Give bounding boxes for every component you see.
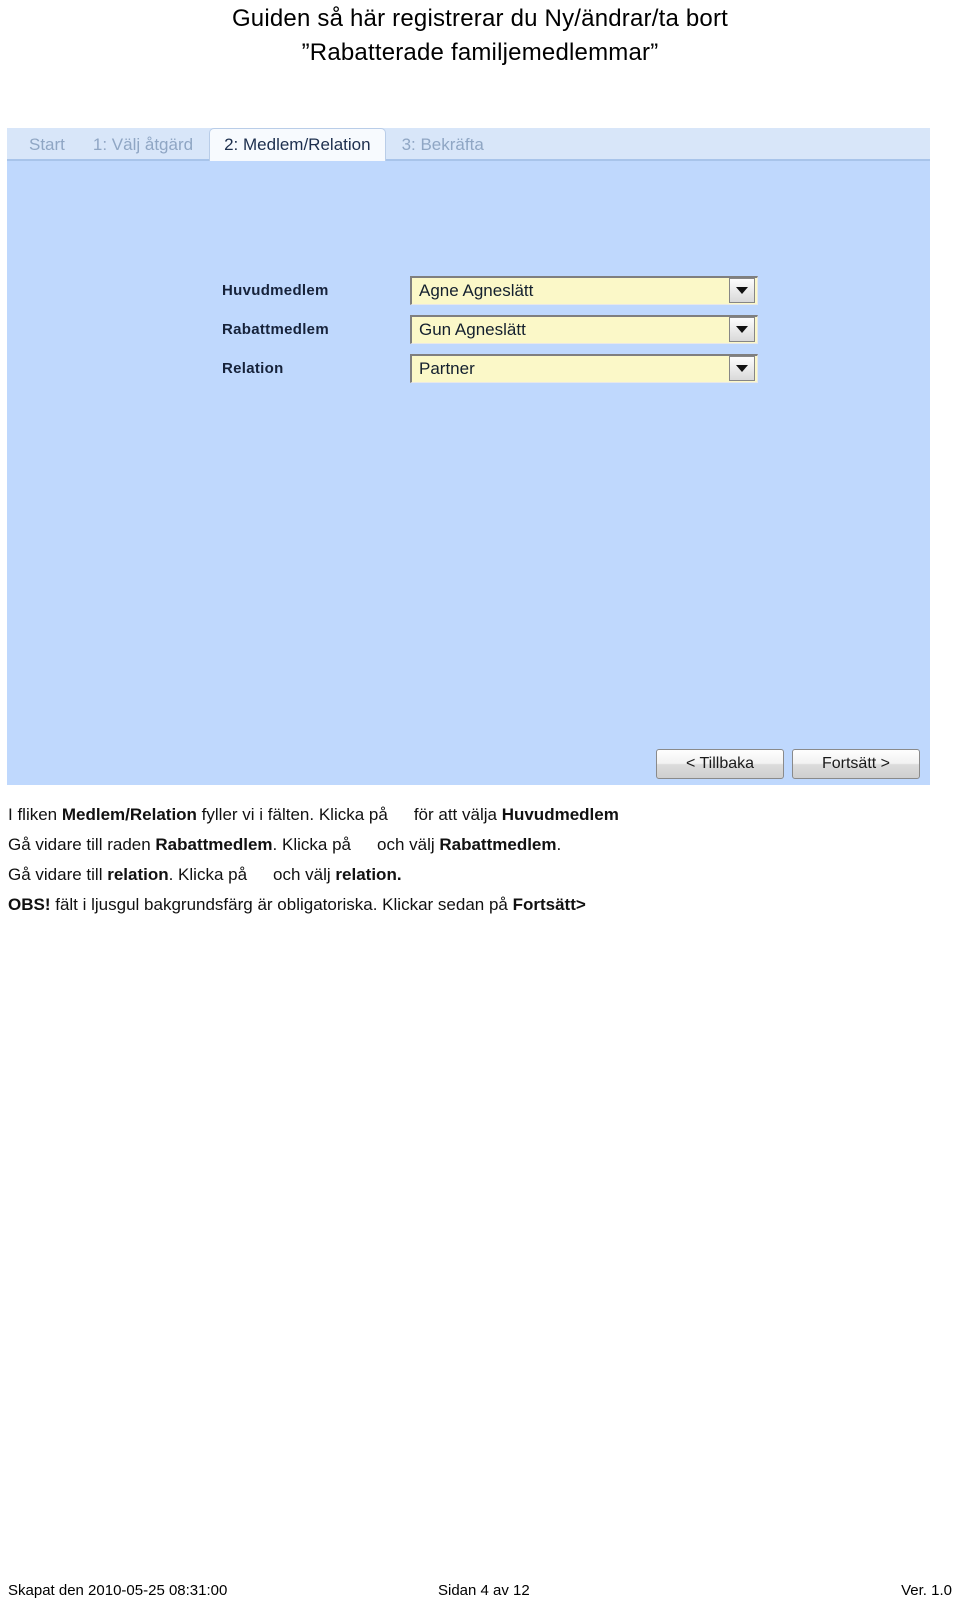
page-footer: Skapat den 2010-05-25 08:31:00 Sidan 4 a… xyxy=(0,1582,960,1604)
wizard-screenshot: Start 1: Välj åtgärd 2: Medlem/Relation … xyxy=(7,128,930,785)
instruction-4-c: Fortsätt> xyxy=(512,895,586,914)
select-relation-value: Partner xyxy=(419,358,475,378)
page-title: Guiden så här registrerar du Ny/ändrar/t… xyxy=(0,0,960,70)
tab-bekrafta[interactable]: 3: Bekräfta xyxy=(388,130,498,160)
footer-version: Ver. 1.0 xyxy=(901,1582,952,1599)
instruction-2-e: Rabattmedlem xyxy=(439,835,557,854)
instruction-2-c: . Klicka på xyxy=(272,835,351,854)
back-button[interactable]: < Tillbaka xyxy=(656,749,784,779)
instruction-1-b: Medlem/Relation xyxy=(61,805,197,824)
instruction-2-a: Gå vidare till raden xyxy=(8,835,156,854)
wizard-tabstrip: Start 1: Välj åtgärd 2: Medlem/Relation … xyxy=(7,128,930,161)
instruction-line-4: OBS! fält i ljusgul bakgrundsfärg är obl… xyxy=(8,890,952,920)
instruction-2-f: . xyxy=(556,835,562,854)
instruction-3-c: . Klicka på xyxy=(168,865,248,884)
instruction-4-b: fält i ljusgul bakgrundsfärg är obligato… xyxy=(50,895,513,914)
instruction-3-d: och välj xyxy=(273,865,336,884)
wizard-button-bar: < Tillbaka Fortsätt > xyxy=(656,749,920,779)
instruction-3-e: relation. xyxy=(335,865,402,884)
instruction-3-b: relation xyxy=(107,865,169,884)
instruction-2-d: och välj xyxy=(376,835,440,854)
select-rabattmedlem-value: Gun Agneslätt xyxy=(419,319,526,339)
footer-page: Sidan 4 av 12 xyxy=(438,1582,530,1599)
wizard-form: Huvudmedlem Agne Agneslätt Rabattmedlem … xyxy=(7,161,930,818)
instruction-1-a: I fliken xyxy=(8,805,62,824)
instruction-1-e: Huvudmedlem xyxy=(501,805,619,824)
chevron-down-icon[interactable] xyxy=(729,317,755,342)
tab-start[interactable]: Start xyxy=(15,130,79,160)
instruction-line-1: I fliken Medlem/Relation fyller vi i fäl… xyxy=(8,800,952,830)
label-relation: Relation xyxy=(222,359,284,377)
page-title-line-1: Guiden så här registrerar du Ny/ändrar/t… xyxy=(231,5,729,32)
instruction-3-a: Gå vidare till xyxy=(8,865,108,884)
select-relation[interactable]: Partner xyxy=(410,353,758,383)
select-huvudmedlem-value: Agne Agneslätt xyxy=(419,280,534,300)
label-rabattmedlem: Rabattmedlem xyxy=(222,320,329,338)
tab-medlem-relation[interactable]: 2: Medlem/Relation xyxy=(209,128,386,161)
chevron-down-icon[interactable] xyxy=(729,356,755,381)
select-huvudmedlem[interactable]: Agne Agneslätt xyxy=(410,275,758,305)
chevron-down-icon[interactable] xyxy=(729,278,755,303)
instruction-line-3: Gå vidare till relation. Klicka på och vä… xyxy=(8,860,952,890)
instruction-4-a: OBS! xyxy=(8,895,51,914)
instruction-1-c: fyller vi i fälten. Klicka på xyxy=(196,805,388,824)
tab-valj-atgard[interactable]: 1: Välj åtgärd xyxy=(79,130,207,160)
footer-created: Skapat den 2010-05-25 08:31:00 xyxy=(8,1582,228,1599)
next-button[interactable]: Fortsätt > xyxy=(792,749,920,779)
instruction-1-d: för att välja xyxy=(413,805,502,824)
instruction-line-2: Gå vidare till raden Rabattmedlem. Klick… xyxy=(8,830,952,860)
page-title-line-2: ”Rabatterade familjemedlemmar” xyxy=(301,39,659,66)
instructions: I fliken Medlem/Relation fyller vi i fäl… xyxy=(8,800,952,920)
instruction-2-b: Rabattmedlem xyxy=(155,835,273,854)
select-rabattmedlem[interactable]: Gun Agneslätt xyxy=(410,314,758,344)
label-huvudmedlem: Huvudmedlem xyxy=(222,281,329,299)
